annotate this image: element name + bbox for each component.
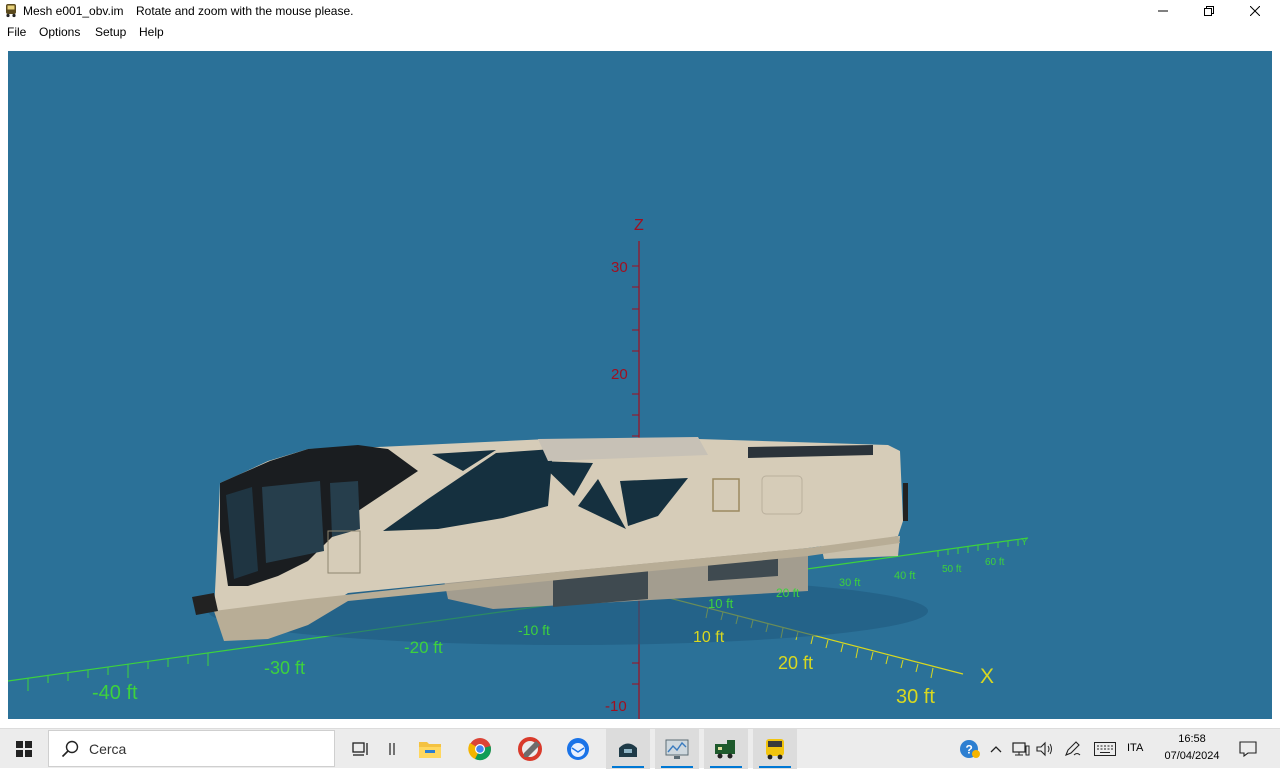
y-tick-10: 10 ft [708, 596, 734, 611]
svg-text:?: ? [966, 743, 973, 757]
y-tick-50: 50 ft [942, 564, 962, 575]
taskbar-app-locomotive[interactable] [704, 729, 748, 769]
notifications-button[interactable] [1234, 729, 1262, 769]
task-view-icon [352, 742, 368, 756]
menu-help[interactable]: Help [139, 25, 164, 39]
keyboard-icon [1094, 742, 1116, 756]
z-tick-neg10: -10 [605, 698, 627, 715]
y-tick-20: 20 ft [776, 586, 800, 600]
notification-icon [1239, 741, 1257, 757]
y-tick-60: 60 ft [985, 557, 1005, 568]
x-tick-10: 10 ft [693, 629, 725, 646]
taskbar-app-train-dark[interactable] [606, 729, 650, 769]
minimize-button[interactable] [1140, 0, 1186, 22]
network-icon [1012, 742, 1030, 756]
taskbar-app-monitor[interactable] [655, 729, 699, 769]
taskbar-app-mesh-viewer[interactable] [753, 729, 797, 769]
pen-icon [1065, 741, 1081, 756]
search-placeholder: Cerca [89, 741, 127, 757]
clock-date[interactable]: 07/04/2024 [1160, 750, 1224, 762]
y-tick-30: 30 ft [839, 577, 860, 589]
y-tick-neg20: -20 ft [404, 638, 443, 657]
clock-time[interactable]: 16:58 [1160, 733, 1224, 745]
mesh-viewer-icon [766, 739, 784, 760]
scene-canvas[interactable]: Z 30 20 -10 X 10 ft 20 ft 30 ft Y -10 ft… [8, 51, 1272, 719]
taskbar-ccleaner[interactable] [508, 729, 552, 769]
menu-bar: File Options Setup Help [0, 22, 1280, 42]
locomotive-icon [715, 740, 735, 759]
mesh-viewport[interactable]: Z 30 20 -10 X 10 ft 20 ft 30 ft Y -10 ft… [8, 51, 1272, 719]
ccleaner-icon [518, 737, 542, 761]
train-dark-icon [619, 743, 637, 757]
x-tick-20: 20 ft [778, 653, 813, 673]
help-tray-button[interactable]: ? [956, 729, 984, 769]
title-bar: Mesh e001_obv.im Rotate and zoom with th… [0, 0, 1280, 22]
restore-button[interactable] [1186, 0, 1232, 22]
taskbar-thunderbird[interactable] [556, 729, 600, 769]
windows-icon [16, 741, 32, 757]
chevron-up-icon [990, 746, 1002, 753]
close-button[interactable] [1232, 0, 1278, 22]
y-axis-label: Y [1021, 537, 1028, 548]
y-tick-neg40: -40 ft [92, 682, 138, 704]
volume-tray-button[interactable] [1034, 729, 1056, 769]
menu-options[interactable]: Options [39, 25, 80, 39]
window-hint: Rotate and zoom with the mouse please. [136, 4, 354, 18]
help-icon: ? [960, 740, 980, 758]
taskbar-chrome[interactable] [458, 729, 502, 769]
taskbar-file-explorer[interactable] [408, 729, 452, 769]
app-icon [6, 4, 16, 18]
speaker-icon [1036, 741, 1052, 757]
restore-icon [1204, 6, 1214, 16]
x-axis-label: X [980, 665, 994, 688]
close-icon [1250, 6, 1260, 16]
taskbar-search[interactable]: Cerca [48, 730, 335, 767]
monitor-icon [665, 739, 689, 759]
taskbar: Cerca ? ITA 16:58 07/04/2024 [0, 728, 1280, 769]
search-icon [61, 740, 79, 758]
y-tick-neg30: -30 ft [264, 658, 305, 678]
menu-setup[interactable]: Setup [95, 25, 126, 39]
network-tray-button[interactable] [1010, 729, 1032, 769]
menu-file[interactable]: File [7, 25, 26, 39]
thunderbird-icon [567, 738, 589, 760]
y-tick-neg10: -10 ft [518, 622, 550, 638]
z-axis-label: Z [634, 217, 644, 234]
input-language[interactable]: ITA [1127, 742, 1143, 754]
start-button[interactable] [0, 729, 48, 769]
z-tick-20: 20 [611, 366, 628, 383]
show-hidden-icons-button[interactable] [986, 729, 1006, 769]
folder-icon [419, 742, 441, 758]
touch-keyboard-button[interactable] [1092, 729, 1118, 769]
chrome-icon [468, 738, 491, 761]
z-tick-30: 30 [611, 259, 628, 276]
widgets-icon [389, 743, 395, 755]
x-tick-30: 30 ft [896, 686, 935, 708]
pen-tray-button[interactable] [1062, 729, 1084, 769]
window-title: Mesh e001_obv.im [23, 4, 124, 18]
y-tick-40: 40 ft [894, 570, 915, 582]
minimize-icon [1158, 10, 1168, 12]
